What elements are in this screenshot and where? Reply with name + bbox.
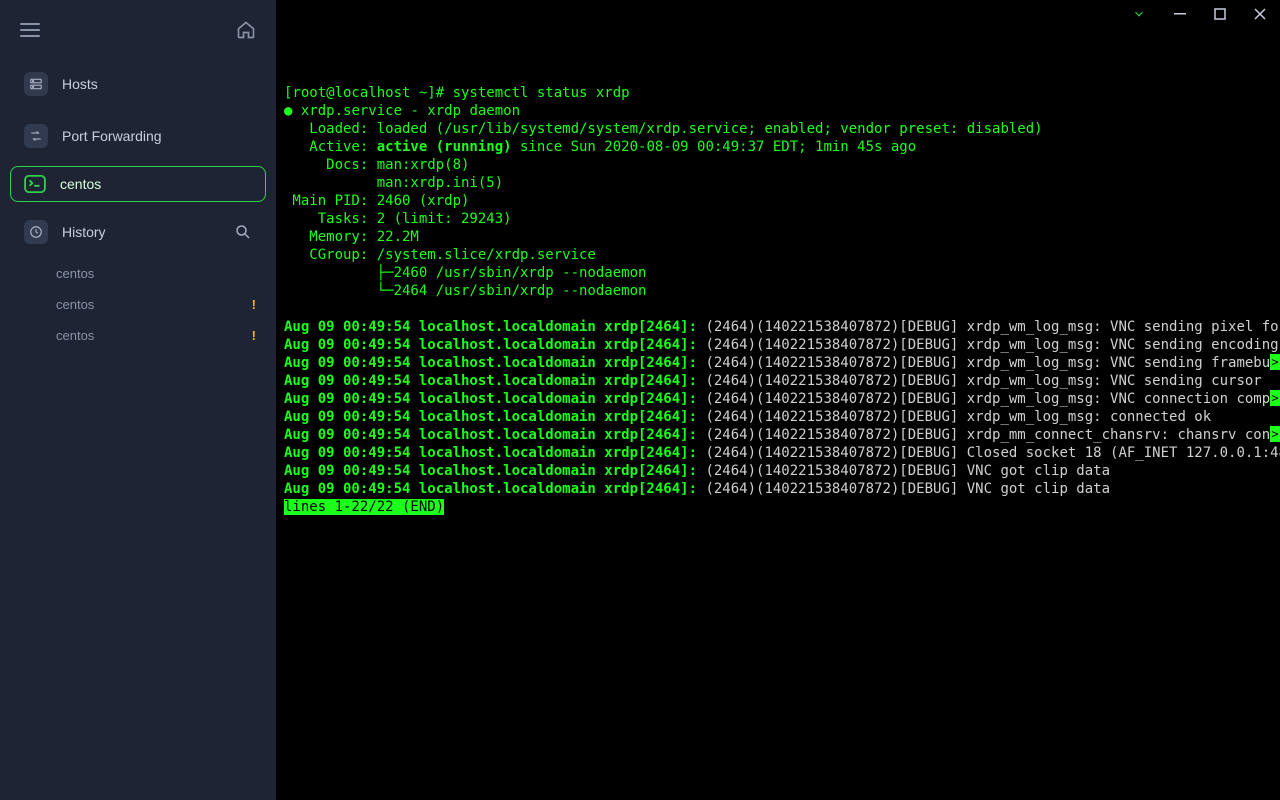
terminal-icon: [24, 175, 46, 193]
menu-icon[interactable]: [20, 23, 40, 37]
minimize-icon[interactable]: [1174, 8, 1186, 20]
nav-hosts-label: Hosts: [62, 76, 98, 92]
line-overflow-icon: >: [1270, 390, 1280, 406]
active-session-tab[interactable]: centos: [10, 166, 266, 202]
warning-icon: !: [252, 297, 256, 312]
search-icon[interactable]: [234, 223, 252, 241]
active-session-label: centos: [60, 176, 101, 192]
line-overflow-icon: >: [1270, 426, 1280, 442]
line-overflow-icon: >: [1270, 354, 1280, 370]
history-icon: [24, 220, 48, 244]
port-forwarding-icon: [24, 124, 48, 148]
warning-icon: !: [252, 328, 256, 343]
history-item[interactable]: centos: [0, 258, 276, 289]
nav-hosts[interactable]: Hosts: [10, 62, 266, 106]
hosts-icon: [24, 72, 48, 96]
sidebar: Hosts Port Forwarding centos History cen…: [0, 0, 276, 800]
history-item-label: centos: [56, 328, 94, 343]
close-icon[interactable]: [1254, 8, 1266, 20]
nav-port-forwarding-label: Port Forwarding: [62, 128, 162, 144]
history-item-label: centos: [56, 297, 94, 312]
nav-history-label: History: [62, 224, 106, 240]
history-item[interactable]: centos!: [0, 289, 276, 320]
terminal[interactable]: [root@localhost ~]# systemctl status xrd…: [276, 0, 1280, 800]
home-icon[interactable]: [236, 20, 256, 40]
nav-port-forwarding[interactable]: Port Forwarding: [10, 114, 266, 158]
history-item-label: centos: [56, 266, 94, 281]
maximize-icon[interactable]: [1214, 8, 1226, 20]
window-controls: [1118, 0, 1280, 28]
chevron-down-icon[interactable]: [1132, 7, 1146, 21]
nav-history[interactable]: History: [10, 210, 266, 254]
history-item[interactable]: centos!: [0, 320, 276, 351]
